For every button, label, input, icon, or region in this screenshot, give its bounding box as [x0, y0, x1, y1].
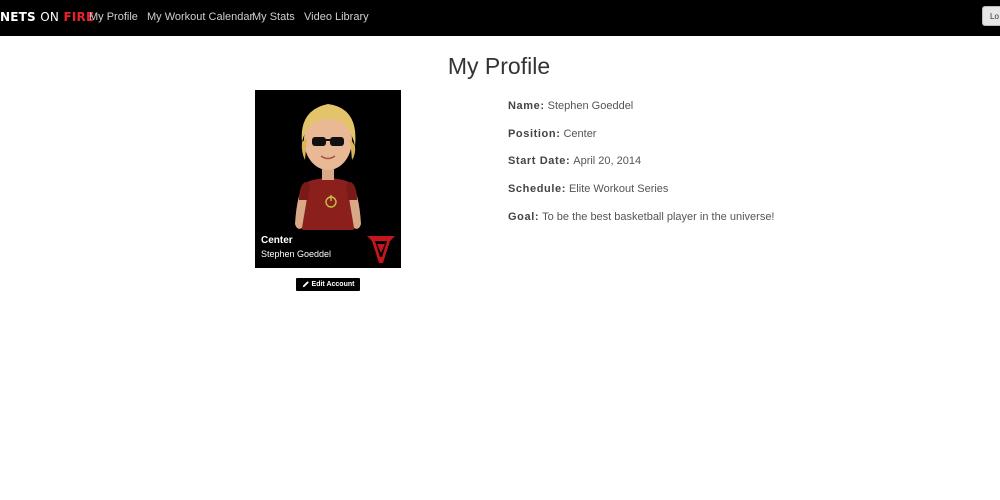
profile-field-name: Name: Stephen Goeddel — [508, 100, 633, 112]
brand-text-nets: NETS — [0, 10, 36, 24]
profile-field-position: Position: Center — [508, 128, 596, 140]
nav-link-my-profile[interactable]: My Profile — [89, 11, 138, 23]
field-label: Position: — [508, 128, 561, 140]
field-value: Stephen Goeddel — [547, 100, 634, 112]
nav-link-video-library[interactable]: Video Library — [304, 11, 369, 23]
field-label: Name: — [508, 100, 545, 112]
profile-field-goal: Goal: To be the best basketball player in… — [508, 211, 775, 223]
logout-button[interactable]: Lo — [982, 6, 1000, 26]
team-logo-icon — [367, 236, 395, 263]
brand-logo[interactable]: NETS ON FIRE — [0, 10, 94, 24]
card-player-name: Stephen Goeddel — [261, 249, 332, 259]
field-value: Center — [563, 128, 597, 140]
brand-text-on: ON — [40, 10, 60, 24]
player-card: Center Stephen Goeddel — [255, 90, 401, 268]
card-position-label: Center — [261, 235, 293, 246]
profile-field-start-date: Start Date: April 20, 2014 — [508, 155, 641, 167]
nav-link-workout-calendar[interactable]: My Workout Calendar — [147, 11, 253, 23]
top-navbar: NETS ON FIRE My Profile My Workout Calen… — [0, 0, 1000, 36]
page-title: My Profile — [447, 53, 551, 79]
field-label: Schedule: — [508, 183, 566, 195]
field-value: April 20, 2014 — [573, 155, 642, 167]
edit-account-button[interactable]: Edit Account — [296, 278, 360, 291]
field-label: Start Date: — [508, 155, 571, 167]
nav-link-my-stats[interactable]: My Stats — [252, 11, 295, 23]
field-value: To be the best basketball player in the … — [542, 211, 775, 223]
profile-field-schedule: Schedule: Elite Workout Series — [508, 183, 668, 195]
field-label: Goal: — [508, 211, 540, 223]
field-value: Elite Workout Series — [568, 183, 669, 195]
pencil-icon — [302, 281, 309, 288]
edit-account-label: Edit Account — [311, 281, 355, 288]
